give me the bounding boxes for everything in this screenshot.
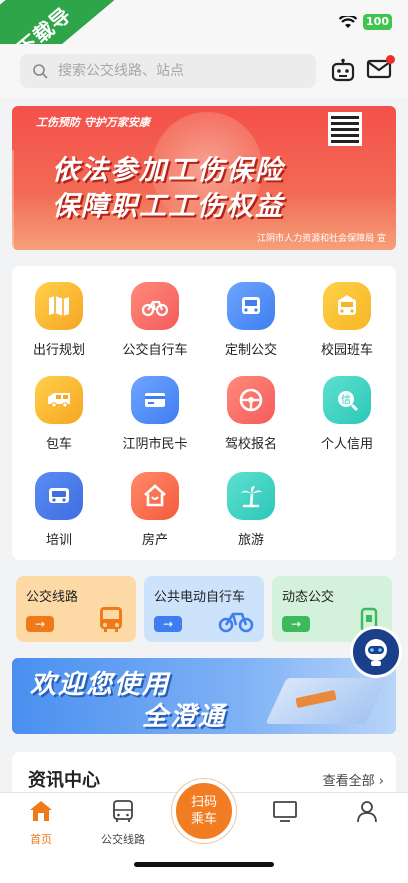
bicycle-icon	[218, 612, 254, 633]
robot-icon	[365, 639, 387, 666]
service-label: 房产	[141, 533, 168, 548]
tab-bus-lines[interactable]: 公交线路	[88, 799, 158, 847]
home-indicator	[134, 862, 274, 867]
service-charter[interactable]: 包车	[14, 376, 104, 452]
scan-label-1: 扫码	[190, 795, 217, 810]
scan-to-ride-button[interactable]: 扫码 乘车	[172, 779, 236, 843]
bus-icon	[113, 800, 133, 822]
service-personal-credit[interactable]: 信 个人信用	[302, 376, 392, 452]
home-icon	[30, 801, 52, 821]
tab-profile[interactable]	[332, 799, 402, 827]
service-travel-planning[interactable]: 出行规划	[14, 282, 104, 358]
service-real-estate[interactable]: 房产	[110, 472, 200, 548]
service-tourism[interactable]: 旅游	[206, 472, 296, 548]
map-icon	[35, 282, 83, 330]
scan-label-2: 乘车	[190, 812, 217, 827]
card-icon	[131, 376, 179, 424]
monitor-icon	[273, 801, 297, 822]
system-icons: 100	[339, 14, 392, 30]
service-driving-school[interactable]: 驾校报名	[206, 376, 296, 452]
steering-wheel-icon	[227, 376, 275, 424]
service-label: 公交自行车	[122, 343, 188, 358]
qr-code	[328, 112, 362, 146]
school-bus-icon	[323, 282, 371, 330]
palm-tree-icon	[227, 472, 275, 520]
banner-headline-2: 保障职工工伤权益	[52, 191, 284, 222]
quick-card-bus-lines[interactable]: 公交线路 →	[16, 576, 136, 642]
floating-assistant-button[interactable]	[350, 626, 402, 678]
service-label: 培训	[45, 533, 72, 548]
quick-card-title: 公交线路	[26, 590, 79, 605]
service-custom-bus[interactable]: 定制公交	[206, 282, 296, 358]
arrow-right-icon: →	[282, 616, 310, 632]
service-label: 个人信用	[320, 437, 373, 452]
welcome-banner[interactable]: 欢迎您使用 全澄通	[12, 658, 396, 734]
tab-label: 首页	[30, 833, 52, 846]
service-label: 江阴市民卡	[122, 437, 188, 452]
service-label: 包车	[45, 437, 72, 452]
tab-label: 公交线路	[101, 833, 145, 846]
service-citizen-card[interactable]: 江阴市民卡	[110, 376, 200, 452]
credit-search-icon: 信	[323, 376, 371, 424]
house-icon	[131, 472, 179, 520]
service-label: 定制公交	[224, 343, 277, 358]
quick-card-title: 公共电动自行车	[154, 590, 246, 605]
messages-button[interactable]	[366, 55, 395, 84]
bus-flag-icon	[227, 282, 275, 330]
service-training[interactable]: 培训	[14, 472, 104, 548]
quick-card-title: 动态公交	[282, 590, 335, 605]
service-public-bike[interactable]: 公交自行车	[110, 282, 200, 358]
promo-banner[interactable]: 工伤预防 守护万家安康 依法参加工伤保险 保障职工工伤权益 江阴市人力资源和社会…	[12, 106, 396, 250]
wifi-icon	[339, 15, 358, 28]
arrow-right-icon: →	[26, 616, 54, 632]
banner-footer: 江阴市人力资源和社会保障局 宣	[257, 234, 386, 244]
view-all-link[interactable]: 查看全部 ›	[323, 770, 384, 789]
training-bus-icon	[35, 472, 83, 520]
bicycle-icon	[131, 282, 179, 330]
banner-headline-1: 依法参加工伤保险	[52, 155, 284, 186]
service-school-bus[interactable]: 校园班车	[302, 282, 392, 358]
news-center-title: 资讯中心	[28, 770, 100, 791]
service-label: 旅游	[237, 533, 264, 548]
unread-dot	[386, 55, 395, 64]
bus-icon	[100, 607, 122, 632]
svg-text:信: 信	[341, 394, 351, 406]
robot-icon	[331, 58, 355, 82]
arrow-right-icon: →	[154, 616, 182, 632]
battery-indicator: 100	[363, 14, 392, 30]
search-icon	[33, 64, 48, 79]
search-box[interactable]	[20, 54, 316, 88]
van-icon	[35, 376, 83, 424]
tab-home[interactable]: 首页	[6, 799, 76, 847]
header-bar	[0, 44, 408, 98]
service-label: 校园班车	[320, 343, 373, 358]
service-label: 出行规划	[32, 343, 85, 358]
quick-card-e-bike[interactable]: 公共电动自行车 →	[144, 576, 264, 642]
services-grid: 出行规划 公交自行车 定制公交 校园班车 包车 江阴市民卡 驾校报名 信 个人信…	[12, 266, 396, 560]
status-bar: 下载导 100	[0, 0, 408, 97]
search-input[interactable]	[58, 63, 288, 79]
bottom-tab-bar: 首页 公交线路 扫码 乘车	[0, 779, 408, 883]
tab-screen[interactable]	[250, 799, 320, 827]
welcome-line-2: 全澄通	[142, 702, 227, 732]
crane-graphic	[12, 150, 52, 250]
banner-tagline: 工伤预防 守护万家安康	[36, 116, 150, 129]
service-label: 驾校报名	[224, 437, 277, 452]
assistant-robot-button[interactable]	[330, 58, 356, 88]
user-icon	[357, 801, 377, 823]
